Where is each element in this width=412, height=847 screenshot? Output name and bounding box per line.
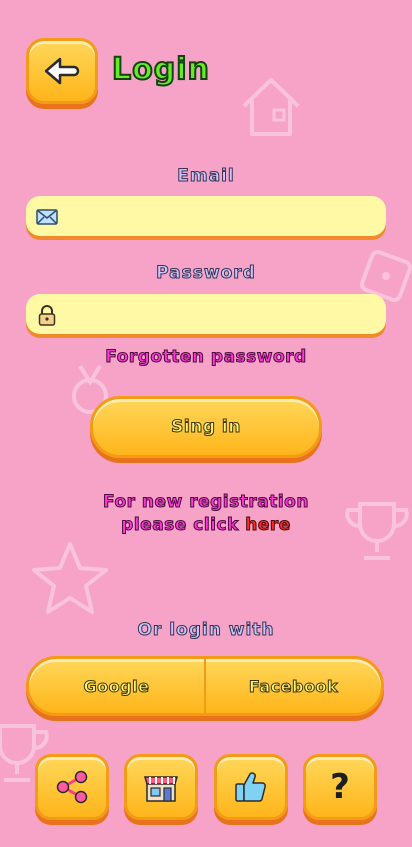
forgot-password-link[interactable]: Forgotten password [0, 347, 412, 368]
social-login-heading: Or login with [137, 620, 275, 641]
back-arrow-icon [44, 57, 80, 85]
shop-icon [144, 776, 178, 802]
help-icon: ? [330, 767, 350, 807]
facebook-login-button[interactable]: Facebook [206, 659, 381, 713]
password-label: Password [156, 263, 256, 284]
lock-icon [38, 305, 56, 326]
registration-text-line1: For new registration [103, 492, 309, 513]
sign-in-label: Sing in [171, 417, 241, 438]
registration-prefix: please click [121, 515, 246, 536]
background-house-icon [242, 78, 300, 136]
share-button[interactable] [35, 754, 109, 820]
sign-in-button[interactable]: Sing in [90, 396, 322, 458]
thumbs-up-icon [235, 772, 266, 802]
shop-button[interactable] [124, 754, 198, 820]
back-button[interactable] [26, 38, 98, 104]
page-title: Login [111, 51, 210, 88]
registration-text-line2: please click here [0, 515, 412, 536]
like-button[interactable] [214, 754, 288, 820]
email-field[interactable] [26, 196, 386, 238]
share-icon [56, 770, 88, 804]
help-button[interactable]: ? [303, 754, 377, 820]
email-input[interactable] [66, 196, 376, 238]
facebook-label: Facebook [248, 676, 339, 696]
google-label: Google [83, 676, 150, 696]
email-label: Email [177, 166, 235, 187]
background-star-icon [32, 542, 108, 614]
google-login-button[interactable]: Google [29, 659, 206, 713]
social-login-bar: Google Facebook [26, 656, 384, 716]
registration-here-link[interactable]: here [245, 515, 291, 536]
envelope-icon [36, 209, 58, 225]
password-input[interactable] [66, 294, 376, 336]
password-field[interactable] [26, 294, 386, 336]
